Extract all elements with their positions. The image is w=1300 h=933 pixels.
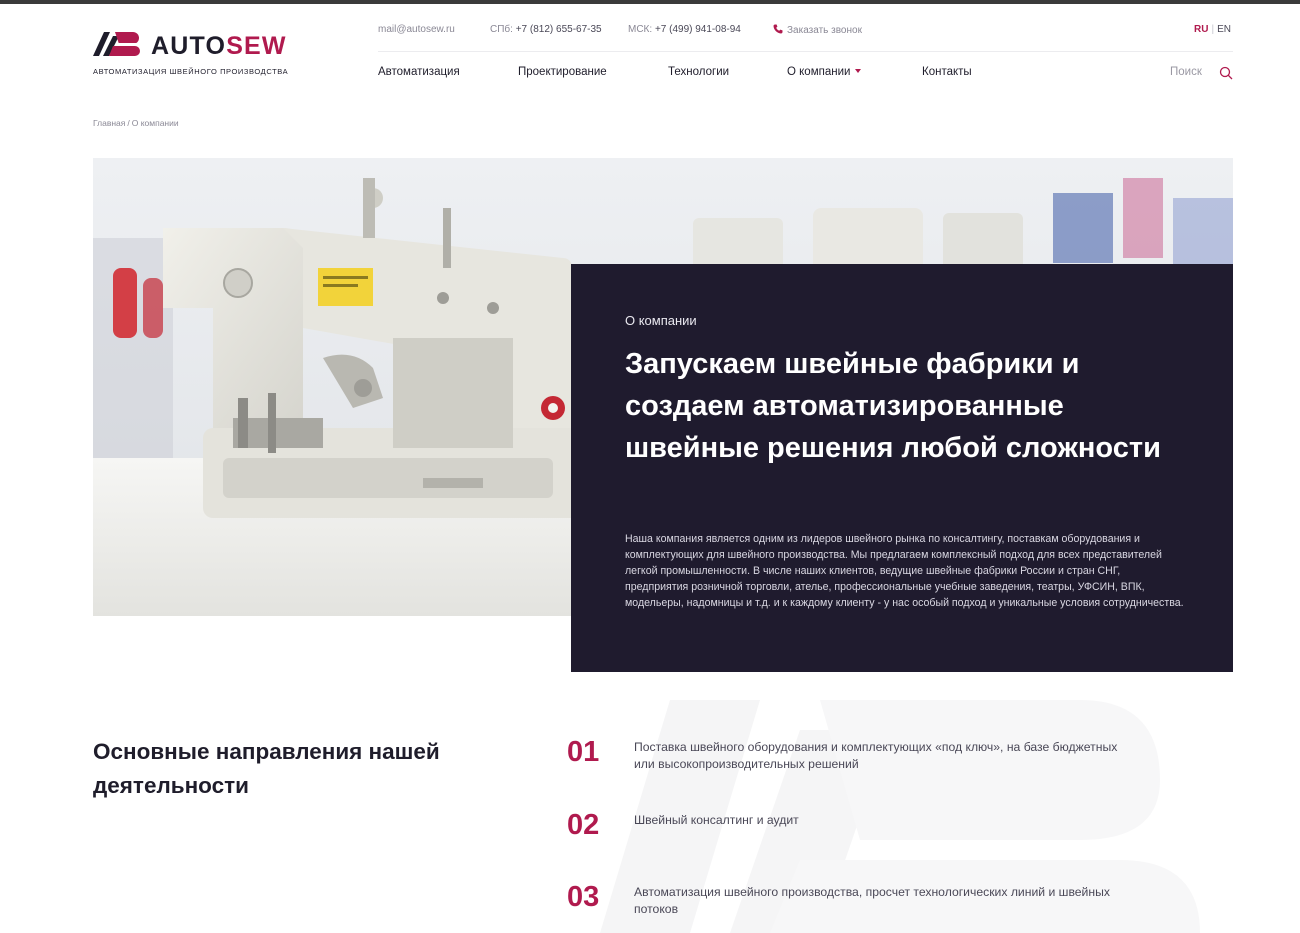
direction-text: Швейный консалтинг и аудит: [634, 813, 799, 827]
directions-title: Основные направления нашей деятельности: [93, 739, 440, 798]
top-border: [0, 0, 1300, 4]
logo-tagline: Автоматизация швейного производства: [93, 67, 289, 76]
lang-en[interactable]: EN: [1217, 24, 1231, 35]
logo-mark-icon: [93, 32, 140, 56]
spb-phone[interactable]: СПб: +7 (812) 655-67-35: [490, 24, 602, 35]
nav-item-about[interactable]: О компании: [787, 66, 862, 78]
nav-item-automation[interactable]: Автоматизация: [378, 66, 460, 78]
nav-item-contacts[interactable]: Контакты: [922, 66, 972, 78]
direction-text: Поставка швейного оборудования и комплек…: [634, 740, 1118, 771]
direction-number: 02: [567, 809, 600, 841]
hero-eyebrow: О компании: [625, 313, 697, 328]
lang-ru[interactable]: RU: [1194, 24, 1208, 35]
email-link[interactable]: mail@autosew.ru: [378, 24, 455, 35]
direction-text: Автоматизация швейного производства, про…: [634, 885, 1110, 916]
direction-number: 03: [567, 881, 600, 913]
header-divider: [378, 51, 1233, 52]
logo[interactable]: AUTOSEW Автоматизация швейного производс…: [93, 30, 303, 80]
breadcrumb: Главная / О компании: [93, 118, 179, 128]
search-input[interactable]: Поиск: [1170, 66, 1202, 78]
search-icon[interactable]: [1219, 66, 1233, 80]
msk-phone[interactable]: МСК: +7 (499) 941-08-94: [628, 24, 741, 35]
nav-item-design[interactable]: Проектирование: [518, 66, 607, 78]
nav-item-technologies[interactable]: Технологии: [668, 66, 729, 78]
hero-description: Наша компания является одним из лидеров …: [625, 533, 1184, 609]
phone-icon: [773, 24, 783, 34]
breadcrumb-current: О компании: [131, 118, 179, 128]
logo-wordmark: AUTOSEW: [151, 32, 287, 60]
hero-title: Запускаем швейные фабрики и создаем авто…: [625, 348, 1161, 464]
language-switcher: RU | EN: [1194, 24, 1231, 35]
direction-number: 01: [567, 736, 600, 768]
callback-link[interactable]: Заказать звонок: [773, 24, 862, 36]
breadcrumb-home[interactable]: Главная: [93, 118, 125, 128]
caret-down-icon: [855, 69, 862, 73]
